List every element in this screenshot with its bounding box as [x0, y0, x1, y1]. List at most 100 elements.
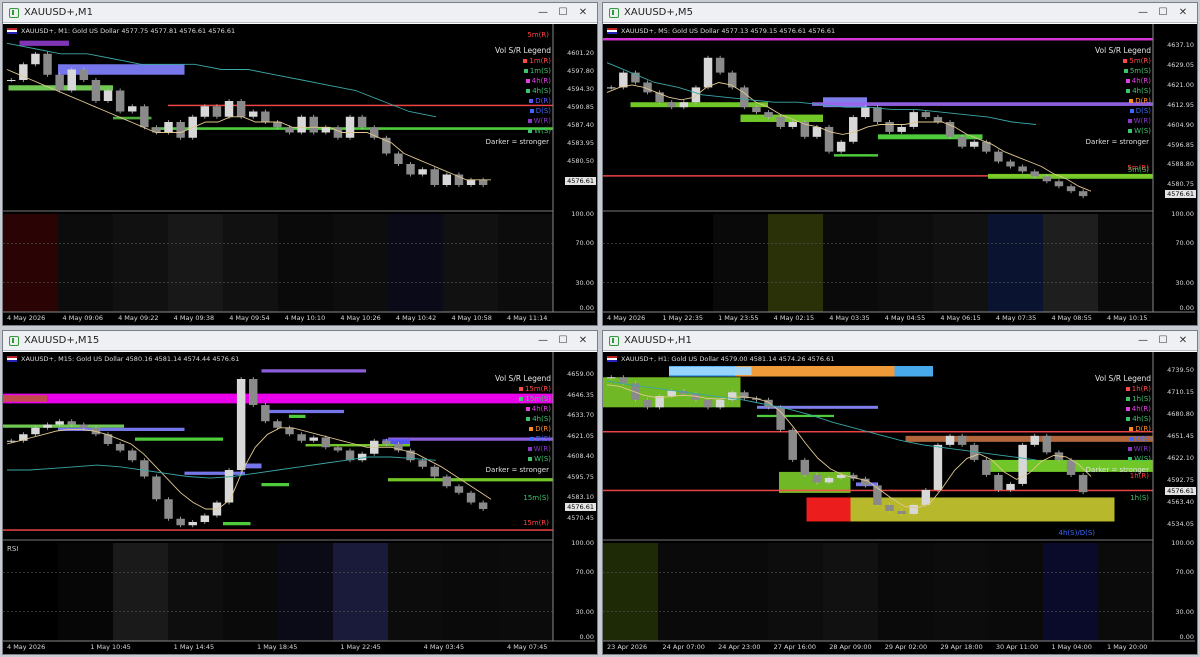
legend-item-label: D(S): [1135, 435, 1151, 443]
chart-window-m5[interactable]: XAUUSD+,M5 — ☐ ✕ XAUUSD+, M5: Gold US Dollar…: [602, 2, 1198, 326]
rsi-heat-cell: [823, 214, 879, 312]
candle-body: [273, 421, 282, 428]
candle-body: [333, 447, 343, 451]
candle-body: [836, 141, 846, 152]
chart-plot-area[interactable]: XAUUSD+, M15: Gold US Dollar 4580.16 458…: [3, 352, 597, 654]
candle-body: [824, 477, 834, 483]
candle-body: [933, 444, 943, 490]
candle-body: [31, 53, 40, 65]
close-button[interactable]: ✕: [1173, 5, 1193, 21]
legend-item: 4h(R): [1095, 76, 1151, 86]
minimize-button[interactable]: —: [533, 5, 553, 21]
rsi-heat-cell: [878, 543, 934, 641]
candle-body: [812, 474, 822, 483]
candle-body: [297, 434, 306, 441]
rsi-heat-cell: [933, 543, 989, 641]
time-axis: 4 May 2026 1 May 10:45 1 May 14:45 1 May 18…: [3, 643, 553, 654]
candle-body: [1042, 435, 1052, 453]
rsi-heat-cell: [768, 543, 824, 641]
time-tick-label: 4 May 07:45: [507, 643, 548, 651]
candle-body: [643, 399, 652, 408]
candle-body: [321, 437, 331, 448]
price-tick-label: 70.00: [575, 568, 594, 577]
rsi-heat-cell: [113, 543, 169, 641]
zone-label: 5m(S): [1127, 166, 1149, 174]
time-tick-label: 4 May 09:54: [229, 314, 270, 322]
legend-item-label: D(R): [535, 425, 551, 433]
chart-window-m15[interactable]: XAUUSD+,M15 — ☐ ✕ XAUUSD+, M15: Gold US Doll…: [2, 330, 598, 655]
zone-label: 5m(R): [527, 30, 549, 39]
candle-body: [31, 427, 40, 435]
candle-body: [679, 102, 689, 108]
candle-body: [212, 106, 222, 117]
price-tick-label: 4588.80: [1167, 160, 1194, 169]
candle-body: [297, 116, 306, 133]
sr-zone: [735, 366, 895, 377]
chart-window-icon: [9, 7, 19, 18]
rsi-heat-cell: [113, 214, 169, 312]
chart-window-m1[interactable]: XAUUSD+,M1 — ☐ ✕ XAUUSD+, M1: Gold US Dollar…: [2, 2, 598, 326]
close-button[interactable]: ✕: [573, 333, 593, 349]
window-titlebar[interactable]: XAUUSD+,M5 — ☐ ✕: [603, 3, 1197, 23]
candle-body: [406, 164, 415, 175]
candle-body: [7, 440, 16, 442]
maximize-button[interactable]: ☐: [1153, 333, 1173, 349]
window-titlebar[interactable]: XAUUSD+,M15 — ☐ ✕: [3, 331, 597, 351]
legend-swatch-icon: [526, 89, 531, 93]
legend-item: 5m(S): [1095, 66, 1151, 76]
candle-body: [140, 460, 149, 477]
minimize-button[interactable]: —: [1133, 333, 1153, 349]
candle-body: [430, 466, 439, 477]
legend-item-label: D(R): [1135, 425, 1151, 433]
maximize-button[interactable]: ☐: [1153, 5, 1173, 21]
sr-zone: [669, 366, 752, 376]
maximize-button[interactable]: ☐: [553, 5, 573, 21]
maximize-button[interactable]: ☐: [553, 333, 573, 349]
chart-window-h1[interactable]: XAUUSD+,H1 — ☐ ✕ XAUUSD+, H1: Gold US Dollar…: [602, 330, 1198, 655]
minimize-button[interactable]: —: [533, 333, 553, 349]
candle-body: [79, 69, 89, 80]
price-tick-label: 4622.10: [1167, 454, 1194, 463]
legend-item: W(R): [495, 116, 551, 126]
candle-body: [285, 427, 294, 435]
candle-body: [849, 117, 858, 142]
price-tick-label: 4587.40: [567, 121, 594, 130]
time-tick-label: 4 May 2026: [7, 643, 46, 651]
chart-plot-area[interactable]: XAUUSD+, M1: Gold US Dollar 4577.75 4577…: [3, 24, 597, 325]
time-tick-label: 4 May 09:22: [118, 314, 159, 322]
price-tick-label: 30.00: [575, 278, 594, 287]
window-titlebar[interactable]: XAUUSD+,M1 — ☐ ✕: [3, 3, 597, 23]
candle-body: [7, 80, 16, 81]
candle-body: [1006, 161, 1015, 167]
candle-body: [418, 169, 427, 175]
window-controls: — ☐ ✕: [533, 5, 593, 21]
legend-swatch-icon: [526, 417, 531, 421]
chart-plot-area[interactable]: XAUUSD+, H1: Gold US Dollar 4579.00 4581…: [603, 352, 1197, 654]
legend-item: 15m(S): [495, 394, 551, 404]
candle-body: [454, 174, 464, 185]
rsi-heat-cell: [603, 543, 659, 641]
symbol-flag-icon: [607, 28, 617, 34]
minimize-button[interactable]: —: [1133, 5, 1153, 21]
symbol-flag-icon: [607, 356, 617, 362]
legend-item-label: W(S): [1134, 127, 1151, 135]
candle-body: [236, 101, 246, 117]
price-tick-label: 4739.50: [1167, 366, 1194, 375]
legend-item-label: D(R): [535, 97, 551, 105]
time-axis: 4 May 2026 4 May 09:06 4 May 09:22 4 May 09…: [3, 314, 553, 325]
candle-body: [921, 112, 931, 118]
candle-body: [382, 440, 391, 444]
window-titlebar[interactable]: XAUUSD+,H1 — ☐ ✕: [603, 331, 1197, 351]
chart-plot-area[interactable]: XAUUSD+, M5: Gold US Dollar 4577.13 4579…: [603, 24, 1197, 325]
close-button[interactable]: ✕: [573, 5, 593, 21]
time-tick-label: 23 Apr 2026: [607, 643, 648, 651]
current-price-badge: 4576.61: [1165, 189, 1196, 198]
legend-item: W(S): [495, 126, 551, 136]
legend-item: 5m(R): [1095, 56, 1151, 66]
rsi-heat-cell: [333, 543, 389, 641]
rsi-heat-cell: [498, 543, 554, 641]
candle-body: [176, 518, 185, 526]
symbol-flag-icon: [7, 356, 17, 362]
time-tick-label: 1 May 23:55: [718, 314, 759, 322]
close-button[interactable]: ✕: [1173, 333, 1193, 349]
